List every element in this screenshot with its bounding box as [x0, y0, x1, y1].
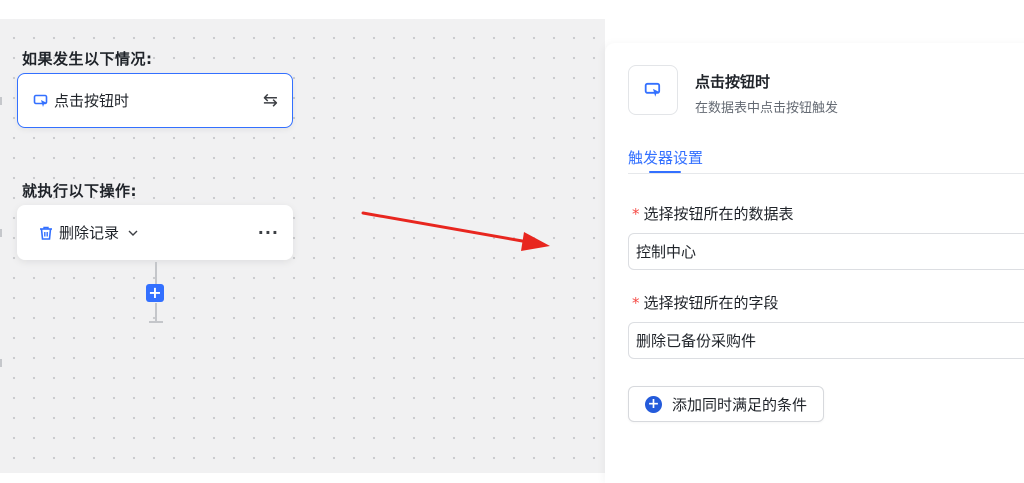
then-section-title: 就执行以下操作: [22, 182, 137, 200]
annotation-arrow [361, 211, 550, 251]
button-field-select[interactable]: 删除已备份采购件 [628, 322, 1024, 359]
canvas-edge-marker [0, 229, 6, 237]
panel-subtitle: 在数据表中点击按钮触发 [695, 101, 839, 116]
trash-icon [37, 224, 55, 242]
connector-line [155, 262, 157, 284]
trigger-config-panel: 点击按钮时 在数据表中点击按钮触发 触发器设置 * 选择按钮所在的数据表 控制中心… [605, 43, 1024, 483]
add-step-button[interactable]: + [146, 284, 164, 302]
canvas-edge-marker [0, 97, 6, 105]
top-bar [0, 0, 1024, 19]
action-label: 删除记录 [59, 224, 120, 242]
table-select[interactable]: 控制中心 [628, 233, 1024, 270]
button-field-label: * 选择按钮所在的字段 [632, 292, 779, 313]
tab-divider [628, 173, 1024, 174]
if-section-title: 如果发生以下情况: [22, 50, 153, 68]
button-field-label-text: 选择按钮所在的字段 [643, 294, 779, 312]
more-options-icon[interactable]: ··· [258, 223, 279, 242]
plus-circle-icon: + [645, 395, 662, 413]
swap-trigger-icon[interactable]: ⇆ [263, 90, 278, 111]
flow-end-cap [149, 321, 163, 323]
button-click-icon [32, 92, 50, 110]
panel-title: 点击按钮时 [695, 73, 771, 91]
add-condition-label: 添加同时满足的条件 [672, 395, 808, 414]
button-click-icon [628, 65, 678, 115]
tab-trigger-settings[interactable]: 触发器设置 [628, 147, 703, 168]
table-field-label: * 选择按钮所在的数据表 [632, 203, 794, 224]
add-condition-button[interactable]: + 添加同时满足的条件 [628, 386, 825, 422]
chevron-down-icon[interactable] [127, 227, 139, 239]
connector-line [155, 303, 157, 321]
required-mark: * [632, 294, 640, 312]
trigger-label: 点击按钮时 [54, 92, 130, 110]
action-card[interactable]: 删除记录 ··· [17, 205, 293, 260]
table-field-label-text: 选择按钮所在的数据表 [643, 205, 794, 223]
active-tab-indicator [649, 171, 681, 173]
canvas-edge-marker [0, 359, 6, 367]
required-mark: * [632, 205, 640, 223]
trigger-card[interactable]: 点击按钮时 ⇆ [17, 73, 293, 128]
